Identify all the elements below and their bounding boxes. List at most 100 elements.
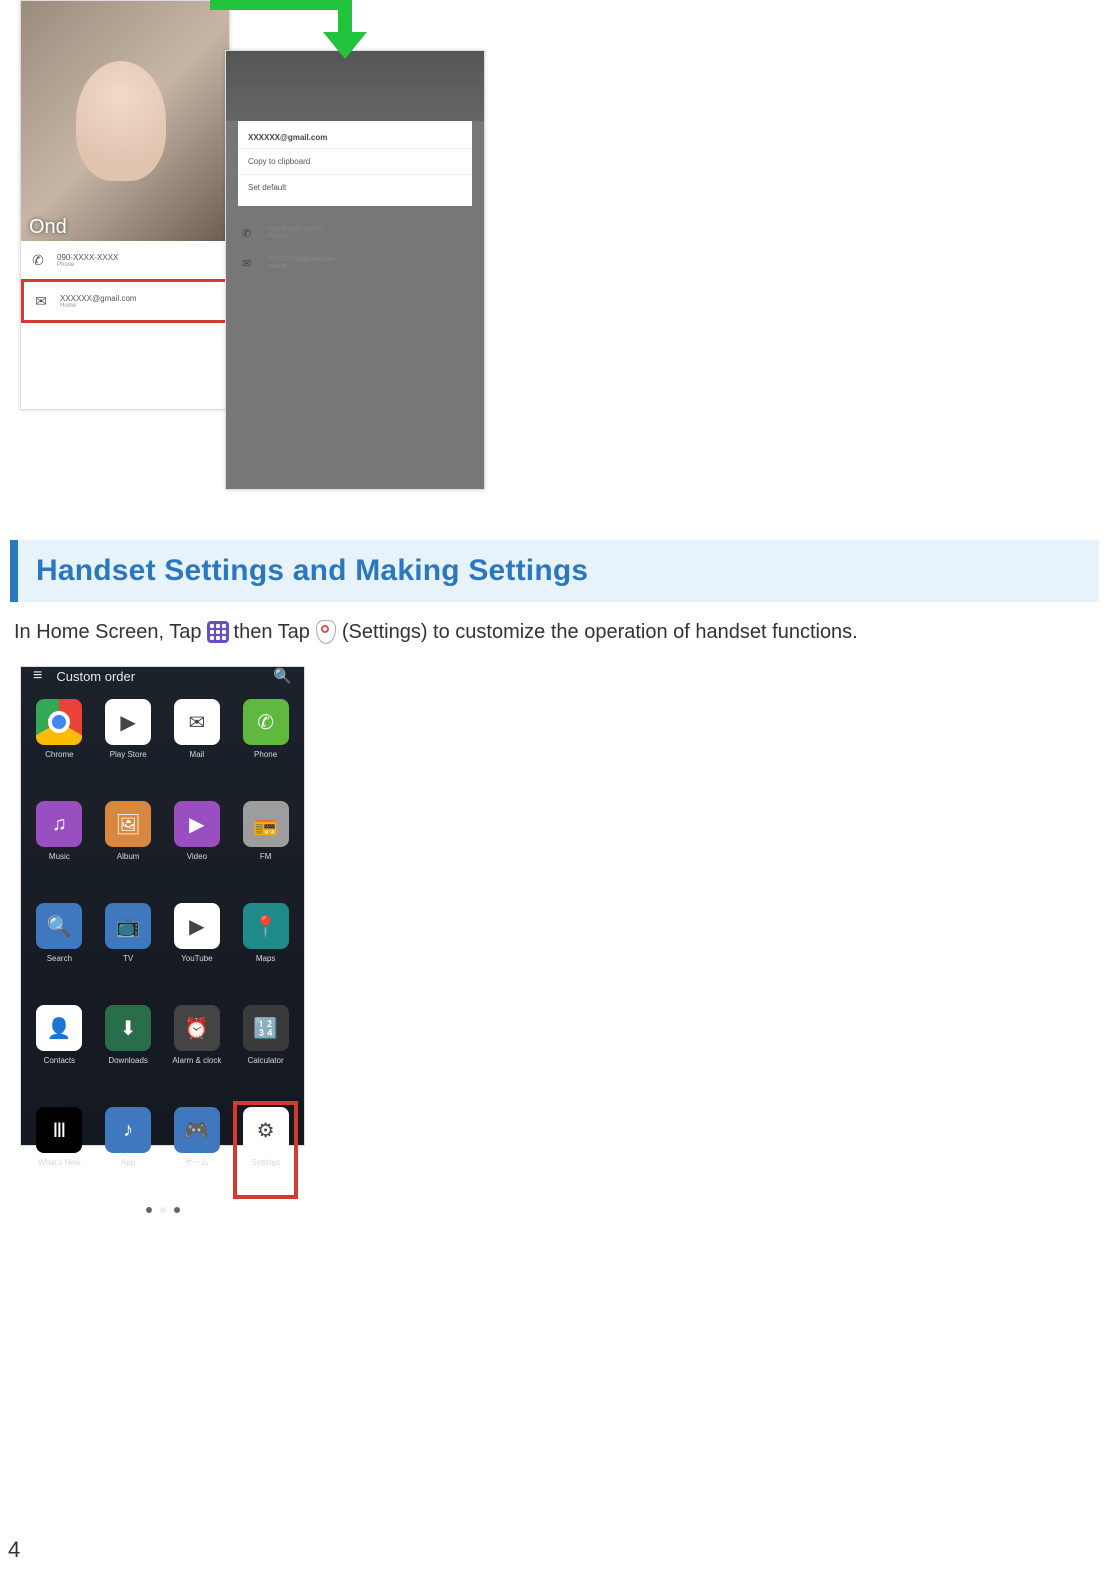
app-search: 🔍 Search [27, 897, 92, 995]
phone-screenshot-right: XXXXXX@gmail.com Copy to clipboard Set d… [225, 50, 485, 490]
app--: 🎮 ゲーム [165, 1101, 230, 1199]
page-dot [146, 1207, 152, 1213]
app-label: TV [123, 955, 133, 964]
app-label: Search [47, 955, 72, 964]
apps-drawer-icon [206, 620, 230, 644]
app-app: ♪ App [96, 1101, 161, 1199]
phone-icon: ✆ [242, 227, 258, 240]
drawer-top-bar: ≡ Custom order 🔍 [21, 667, 304, 685]
drawer-title: Custom order [56, 669, 259, 684]
app-icon: ✆ [243, 699, 289, 745]
hamburger-icon: ≡ [33, 667, 42, 685]
contact-row-sub: Phone [268, 233, 322, 240]
popup-item-set-default: Set default [238, 174, 472, 200]
app-icon: ⏰ [174, 1005, 220, 1051]
app-icon: ⚙ [243, 1107, 289, 1153]
app-icon: ♫ [36, 801, 82, 847]
app-label: Video [187, 853, 207, 862]
contact-row-phone: ✆ 090-XXXX-XXXX Phone [238, 218, 472, 248]
app-calculator: 🔢 Calculator [233, 999, 298, 1097]
page-dot [174, 1207, 180, 1213]
contact-row-text: 090-XXXX-XXXX [268, 226, 322, 233]
drawer-app-grid: Chrome ▶ Play Store ✉ Mail ✆ Phone ♫ Music 🖼 Album… [21, 685, 304, 1207]
context-menu-popup: XXXXXX@gmail.com Copy to clipboard Set d… [238, 121, 472, 206]
contact-row-primary: XXXXXX@gmail.com [60, 294, 137, 303]
contact-row-phone: ✆ 090-XXXX-XXXX Phone [21, 241, 229, 279]
app-label: What's New [38, 1159, 80, 1168]
app-contacts: 👤 Contacts [27, 999, 92, 1097]
app-icon: 🖼 [105, 801, 151, 847]
contact-row-sub: Home [268, 263, 335, 270]
mail-icon: ✉ [32, 292, 50, 310]
app-label: Mail [190, 751, 205, 760]
app-icon: 📍 [243, 903, 289, 949]
section-heading: Handset Settings and Making Settings [10, 540, 1099, 602]
instruction-paragraph: In Home Screen, Tap then Tap (Settings) … [14, 620, 1095, 644]
app-what-s-new: Ⅲ What's New [27, 1101, 92, 1199]
app-icon: Ⅲ [36, 1107, 82, 1153]
app-alarm-clock: ⏰ Alarm & clock [165, 999, 230, 1097]
phone-icon: ✆ [29, 251, 47, 269]
app-drawer-screenshot: ≡ Custom order 🔍 Chrome ▶ Play Store ✉ Mail ✆… [20, 666, 305, 1146]
para-text-2: then Tap [234, 621, 310, 644]
app-icon: 🔢 [243, 1005, 289, 1051]
app-video: ▶ Video [165, 795, 230, 893]
app-icon: ▶ [105, 699, 151, 745]
app-downloads: ⬇ Downloads [96, 999, 161, 1097]
app-icon: 🔍 [36, 903, 82, 949]
page-dot-active [160, 1207, 166, 1213]
mail-icon: ✉ [242, 257, 258, 270]
app-fm: 📻 FM [233, 795, 298, 893]
app-icon: ⬇ [105, 1005, 151, 1051]
contact-row-email: ✉ XXXXXX@gmail.com Home [238, 248, 472, 278]
app-icon: 🎮 [174, 1107, 220, 1153]
app-label: App [121, 1159, 135, 1168]
page-indicator [21, 1207, 304, 1213]
contact-photo [21, 1, 229, 241]
app-music: ♫ Music [27, 795, 92, 893]
app-play-store: ▶ Play Store [96, 693, 161, 791]
app-tv: 📺 TV [96, 897, 161, 995]
app-label: Chrome [45, 751, 73, 760]
para-text-1: In Home Screen, Tap [14, 621, 202, 644]
contact-row-secondary: Home [60, 303, 137, 309]
app-icon: ▶ [174, 903, 220, 949]
contact-row-email-highlighted: ✉ XXXXXX@gmail.com Home [21, 279, 229, 323]
app-icon: ✉ [174, 699, 220, 745]
app-label: Album [117, 853, 140, 862]
app-album: 🖼 Album [96, 795, 161, 893]
app-label: ゲーム [185, 1159, 209, 1168]
app-icon: ♪ [105, 1107, 151, 1153]
popup-title: XXXXXX@gmail.com [238, 127, 472, 148]
dimmed-contact-photo [226, 51, 484, 121]
app-label: Maps [256, 955, 276, 964]
app-label: Alarm & clock [172, 1057, 221, 1066]
app-youtube: ▶ YouTube [165, 897, 230, 995]
popup-item-copy: Copy to clipboard [238, 148, 472, 174]
app-icon: 👤 [36, 1005, 82, 1051]
app-label: Music [49, 853, 70, 862]
contact-context-menu-figure: Ond ✆ 090-XXXX-XXXX Phone ✉ XXXXXX@gmail… [20, 0, 500, 500]
app-chrome: Chrome [27, 693, 92, 791]
app-mail: ✉ Mail [165, 693, 230, 791]
app-maps: 📍 Maps [233, 897, 298, 995]
para-text-3: (Settings) to customize the operation of… [342, 621, 858, 644]
search-icon: 🔍 [273, 667, 292, 685]
app-label: Downloads [108, 1057, 148, 1066]
app-label: Play Store [110, 751, 147, 760]
app-label: Calculator [248, 1057, 284, 1066]
contact-row-primary: 090-XXXX-XXXX [57, 253, 118, 262]
app-label: YouTube [181, 955, 212, 964]
app-icon: 📺 [105, 903, 151, 949]
section-heading-text: Handset Settings and Making Settings [36, 554, 1081, 588]
app-icon: ▶ [174, 801, 220, 847]
page-number: 4 [8, 1537, 20, 1563]
app-label: Phone [254, 751, 277, 760]
app-label: Contacts [44, 1057, 76, 1066]
settings-pin-icon [314, 620, 338, 644]
app-icon: 📻 [243, 801, 289, 847]
contact-name-overlay: Ond [29, 216, 67, 239]
app-settings: ⚙ Settings [233, 1101, 298, 1199]
app-label: FM [260, 853, 272, 862]
app-label: Settings [251, 1159, 280, 1168]
